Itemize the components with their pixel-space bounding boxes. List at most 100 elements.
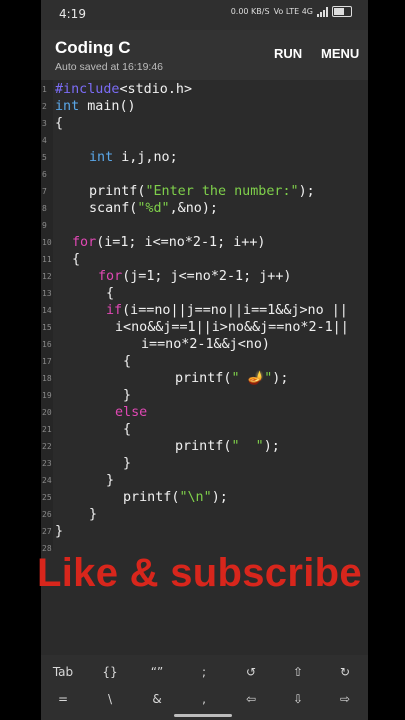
code-text: printf( [123,490,180,505]
line-number: 10 [42,238,52,247]
type-keyword: int [89,150,114,165]
line-number: 22 [42,442,52,451]
code-line: else [115,404,147,421]
code-text: ); [263,439,280,454]
line-number: 7 [42,187,47,196]
string-literal: " " [231,439,264,454]
control-keyword: if [106,303,123,318]
line-number: 23 [42,459,52,468]
code-line: { [123,354,132,369]
line-number: 24 [42,476,52,485]
code-text: (i==no||j==no||i==1&&j>no || [122,303,348,318]
string-literal: "\n" [179,490,212,505]
key-backslash[interactable]: \ [95,692,125,706]
line-number: 11 [42,255,52,264]
code-line: scanf("%d",&no); [89,200,218,217]
line-number: 16 [42,340,52,349]
key-semicolon[interactable]: ; [189,665,219,679]
code-text: printf( [175,371,232,386]
code-text: ,&no); [169,201,218,216]
code-editor[interactable]: 1 2 3 4 5 6 7 8 9 10 11 12 13 14 15 16 1… [41,80,368,553]
key-equals[interactable]: = [48,692,78,706]
line-number: 26 [42,510,52,519]
code-line: printf("\n"); [123,489,228,506]
arrow-down-icon[interactable]: ⇩ [283,692,313,706]
subscribe-overlay-text: Like & subscribe [37,551,362,595]
autosave-status: Auto saved at 16:19:46 [55,61,163,73]
phone-screen: 4:19 0.00 KB/S Vo LTE 4G Coding C Auto s… [41,0,368,720]
code-text: printf( [89,184,146,199]
network-label: Vo LTE 4G [273,7,313,16]
line-number: 5 [42,153,47,162]
code-text: <stdio.h> [119,82,193,97]
battery-icon [332,6,352,17]
redo-icon[interactable]: ↻ [330,665,360,679]
arrow-left-icon[interactable]: ⇦ [236,692,266,706]
preprocessor-token: #include [55,82,120,97]
string-literal: " 🪔" [231,371,273,386]
key-braces[interactable]: {} [95,665,125,679]
status-indicators: 0.00 KB/S Vo LTE 4G [231,6,352,17]
code-line: if(i==no||j==no||i==1&&j>no || [106,302,348,319]
code-line: int i,j,no; [89,149,178,166]
home-indicator[interactable] [174,714,232,717]
code-text: ); [272,371,289,386]
signal-icon [317,6,328,17]
string-literal: "%d" [137,201,170,216]
code-line: { [55,116,64,131]
control-keyword: for [72,235,97,250]
code-line: int main() [55,98,136,115]
code-text: ); [211,490,228,505]
code-line: for(j=1; j<=no*2-1; j++) [98,268,292,285]
line-number: 18 [42,374,52,383]
key-comma[interactable]: , [189,692,219,706]
app-title: Coding C [55,38,131,57]
line-number: 3 [42,119,47,128]
code-line: for(i=1; i<=no*2-1; i++) [72,234,266,251]
line-number: 20 [42,408,52,417]
key-tab[interactable]: Tab [48,665,78,679]
line-number: 4 [42,136,47,145]
string-literal: "Enter the number:" [145,184,299,199]
line-number: 6 [42,170,47,179]
key-quotes[interactable]: “” [142,665,172,679]
code-line: } [123,388,132,403]
shift-icon[interactable]: ⇧ [283,665,313,679]
line-number: 15 [42,323,52,332]
undo-icon[interactable]: ↺ [236,665,266,679]
code-line: } [55,524,64,539]
code-text: main() [79,99,136,114]
line-number: 13 [42,289,52,298]
line-number: 21 [42,425,52,434]
code-line: } [89,507,98,522]
line-number-gutter: 1 2 3 4 5 6 7 8 9 10 11 12 13 14 15 16 1… [41,80,53,553]
code-line: { [106,286,115,301]
line-number: 19 [42,391,52,400]
code-line: { [123,422,132,437]
control-keyword: else [115,405,148,420]
code-line: i<no&&j==1||i>no&&j==no*2-1|| [115,320,349,335]
line-number: 8 [42,204,47,213]
extra-keys-bar: Tab {} “” ; ↺ ⇧ ↻ = \ & , ⇦ ⇩ ⇨ [41,655,368,720]
status-time: 4:19 [59,7,86,21]
code-line: printf(" "); [175,438,280,455]
key-ampersand[interactable]: & [142,692,172,706]
line-number: 14 [42,306,52,315]
line-number: 25 [42,493,52,502]
code-text: scanf( [89,201,138,216]
code-text: printf( [175,439,232,454]
arrow-right-icon[interactable]: ⇨ [330,692,360,706]
code-line: } [123,456,132,471]
app-bar: Coding C Auto saved at 16:19:46 RUN MENU [41,30,368,80]
code-line: printf("Enter the number:"); [89,183,315,200]
run-button[interactable]: RUN [274,46,302,61]
line-number: 1 [42,85,47,94]
code-text: (i=1; i<=no*2-1; i++) [96,235,266,250]
status-bar: 4:19 0.00 KB/S Vo LTE 4G [41,0,368,30]
code-text: (j=1; j<=no*2-1; j++) [122,269,292,284]
menu-button[interactable]: MENU [321,46,359,61]
line-number: 2 [42,102,47,111]
code-text: ); [298,184,315,199]
code-line: printf(" 🪔"); [175,370,288,387]
code-line: i==no*2-1&&j<no) [141,337,270,352]
